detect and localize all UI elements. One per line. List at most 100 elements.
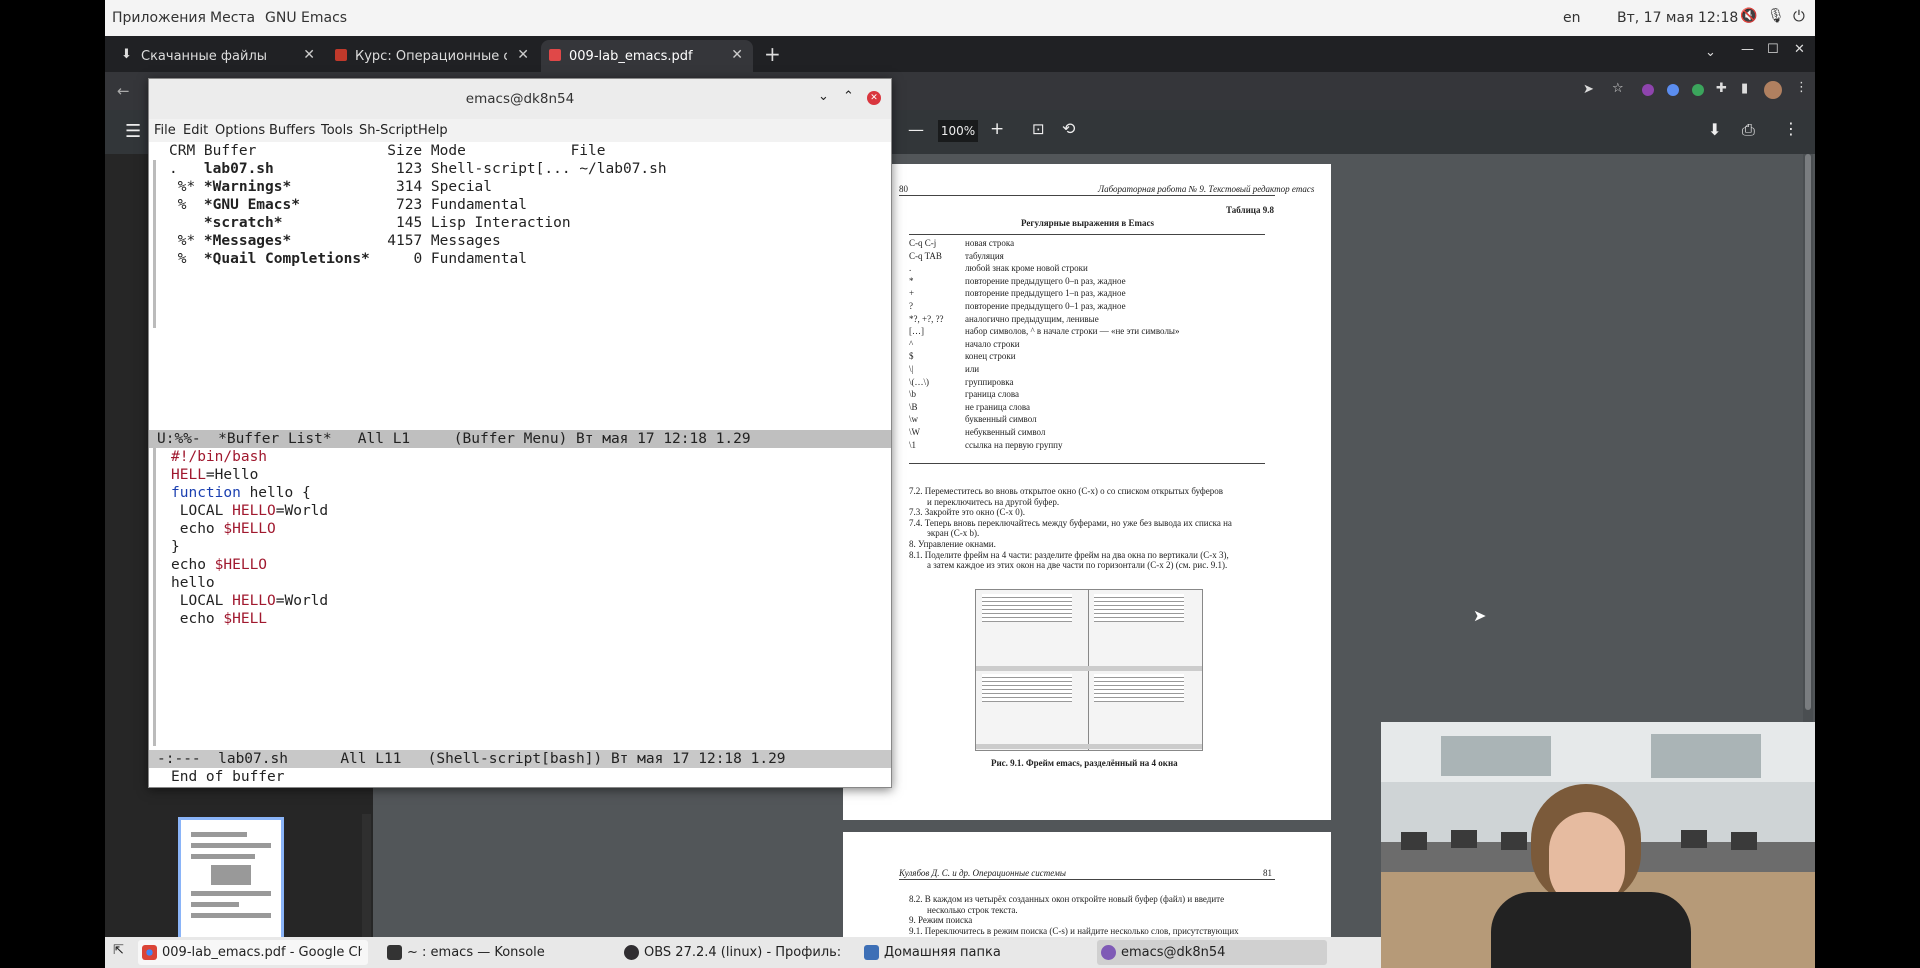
microphone-icon[interactable]: 🎙 [1767, 8, 1785, 24]
close-icon[interactable]: ✕ [867, 91, 881, 105]
text-line: 7.3. Закройте это окно (C-x 0). [909, 507, 1025, 518]
buffer-row[interactable]: % *Quail Completions* 0 Fundamental [169, 250, 667, 268]
emacs-icon [1101, 945, 1116, 960]
obs-icon [624, 945, 639, 960]
minimize-icon[interactable]: — [1741, 42, 1754, 57]
tab-pdf-active[interactable]: 009-lab_emacs.pdf ✕ [541, 40, 753, 72]
extension-icon[interactable] [1692, 84, 1704, 96]
maximize-icon[interactable]: ☐ [1767, 42, 1779, 57]
task-files[interactable]: Домашняя папка [860, 940, 1090, 965]
task-label: ~ : emacs — Konsole [407, 945, 545, 960]
regex-row: \| или [909, 364, 1269, 377]
text-line: 7.4. Теперь вновь переключайтесь между б… [909, 517, 1232, 528]
bookmark-star-icon[interactable]: ☆ [1612, 81, 1624, 96]
window-scrollbar[interactable] [153, 448, 156, 746]
regex-row: \B не граница слова [909, 402, 1269, 415]
clock[interactable]: Вт, 17 мая 12:18 [1617, 10, 1738, 26]
zoom-level[interactable]: 100% [938, 120, 978, 142]
window-scrollbar[interactable] [153, 160, 156, 328]
buffer-name: *scratch* [203, 215, 388, 231]
buffer-list-window[interactable]: CRM Buffer Size Mode File . lab07.sh 123… [149, 142, 891, 430]
applications-menu[interactable]: Приложения [112, 10, 206, 26]
person-body [1491, 892, 1691, 968]
avatar[interactable] [1764, 81, 1782, 99]
keyboard-layout[interactable]: en [1563, 10, 1581, 26]
task-label: OBS 27.2.4 (linux) - Профиль: Без... [644, 945, 844, 960]
close-tab-icon[interactable]: ✕ [517, 47, 529, 63]
buffer-row[interactable]: % *GNU Emacs* 723 Fundamental [169, 196, 667, 214]
code-line: echo $HELLO [171, 521, 276, 537]
side-panel-icon[interactable]: ▮ [1741, 81, 1748, 96]
rotate-icon[interactable]: ⟲ [1062, 119, 1075, 138]
code-editor[interactable]: #!/bin/bash HELL=Hello function hello { LO… [171, 448, 328, 628]
regex-key: *?, +?, ?? [909, 313, 944, 324]
extension-icon[interactable] [1667, 84, 1679, 96]
menu-file[interactable]: File [154, 123, 176, 138]
more-options-icon[interactable]: ⋮ [1783, 119, 1799, 138]
task-emacs[interactable]: emacs@dk8n54 [1097, 940, 1327, 965]
buffer-row[interactable]: %* *Warnings* 314 Special [169, 178, 667, 196]
buffer-row[interactable]: *scratch* 145 Lisp Interaction [169, 214, 667, 232]
regex-key: \w [909, 414, 918, 425]
code-modeline: -:--- lab07.sh All L11 (Shell-script[bas… [149, 750, 891, 768]
app-menu[interactable]: GNU Emacs [265, 10, 347, 26]
show-desktop-icon[interactable]: ⇱ [113, 943, 124, 958]
send-icon[interactable]: ➤ [1583, 82, 1594, 97]
mouse-cursor-icon: ➤ [1473, 606, 1487, 625]
regex-row: \w буквенный символ [909, 414, 1269, 427]
print-icon[interactable]: ⎙ [1742, 120, 1755, 140]
power-icon[interactable]: ⏻ [1793, 7, 1805, 25]
modeline-text: U:%%- *Buffer List* All L1 (Buffer Menu)… [157, 431, 751, 447]
mute-icon[interactable]: 🔇 [1740, 8, 1757, 24]
buffer-crm [169, 215, 204, 231]
minimize-icon[interactable]: ⌄ [818, 89, 829, 104]
menu-tools[interactable]: Tools [321, 123, 353, 138]
page-number: 81 [1263, 868, 1272, 878]
tab-search-icon[interactable]: ⌄ [1705, 45, 1716, 60]
new-tab-button[interactable]: + [764, 42, 781, 66]
buffer-row[interactable]: . lab07.sh 123 Shell-script[... ~/lab07.… [169, 160, 667, 178]
buffer-name: *GNU Emacs* [203, 197, 388, 213]
regex-row: \1 ссылка на первую группу [909, 440, 1269, 453]
maximize-icon[interactable]: ⌃ [843, 89, 854, 104]
code-window[interactable]: #!/bin/bash HELL=Hello function hello { LO… [149, 448, 891, 750]
regex-key: \1 [909, 439, 917, 450]
menu-help[interactable]: Help [418, 123, 448, 138]
menu-options[interactable]: Options [215, 123, 265, 138]
tab-course[interactable]: Курс: Операционные систе ✕ [327, 40, 539, 72]
regex-desc: повторение предыдущего 0–n раз, жадное [965, 275, 1126, 286]
regex-desc: любой знак кроме новой строки [965, 263, 1088, 274]
folder-icon [864, 945, 879, 960]
task-konsole[interactable]: ~ : emacs — Konsole [383, 940, 613, 965]
task-chrome[interactable]: 009-lab_emacs.pdf - Google Chro... [138, 940, 368, 965]
buffer-row[interactable]: %* *Messages* 4157 Messages [169, 232, 667, 250]
places-menu[interactable]: Места [210, 10, 255, 26]
hamburger-icon[interactable]: ☰ [125, 121, 141, 142]
zoom-in-button[interactable]: + [990, 119, 1004, 139]
tab-downloads[interactable]: ⬇ Скачанные файлы ✕ [113, 40, 325, 72]
buffer-size: 723 [387, 197, 431, 213]
close-tab-icon[interactable]: ✕ [303, 47, 315, 63]
close-window-icon[interactable]: ✕ [1794, 42, 1805, 57]
download-icon[interactable]: ⬇ [1708, 120, 1721, 139]
menu-sh-script[interactable]: Sh-Script [359, 123, 418, 138]
gnome-top-bar: Приложения Места GNU Emacs en Вт, 17 мая… [105, 0, 1815, 36]
menu-kebab-icon[interactable]: ⋮ [1795, 80, 1808, 95]
menu-edit[interactable]: Edit [183, 123, 208, 138]
regex-row: *?, +?, ?? аналогично предыдущим, ленивые [909, 314, 1269, 327]
extension-icon[interactable] [1642, 84, 1654, 96]
regex-desc: небуквенный символ [965, 426, 1046, 437]
back-icon[interactable]: ← [117, 82, 130, 100]
close-tab-icon[interactable]: ✕ [731, 47, 743, 63]
fit-page-icon[interactable]: ⊡ [1032, 120, 1045, 138]
zoom-out-button[interactable]: — [908, 120, 924, 139]
text-line: экран (C-x b). [927, 528, 980, 539]
task-obs[interactable]: OBS 27.2.4 (linux) - Профиль: Без... [620, 940, 850, 965]
thumbnail-page-6[interactable] [178, 817, 284, 951]
menu-buffers[interactable]: Buffers [269, 123, 315, 138]
regex-row: ^ начало строки [909, 339, 1269, 352]
text-line: 8. Управление окнами. [909, 538, 996, 549]
buffer-crm: % [169, 251, 204, 267]
sidebar-scrollbar[interactable] [362, 814, 371, 938]
puzzle-icon[interactable]: ✚ [1716, 81, 1727, 96]
